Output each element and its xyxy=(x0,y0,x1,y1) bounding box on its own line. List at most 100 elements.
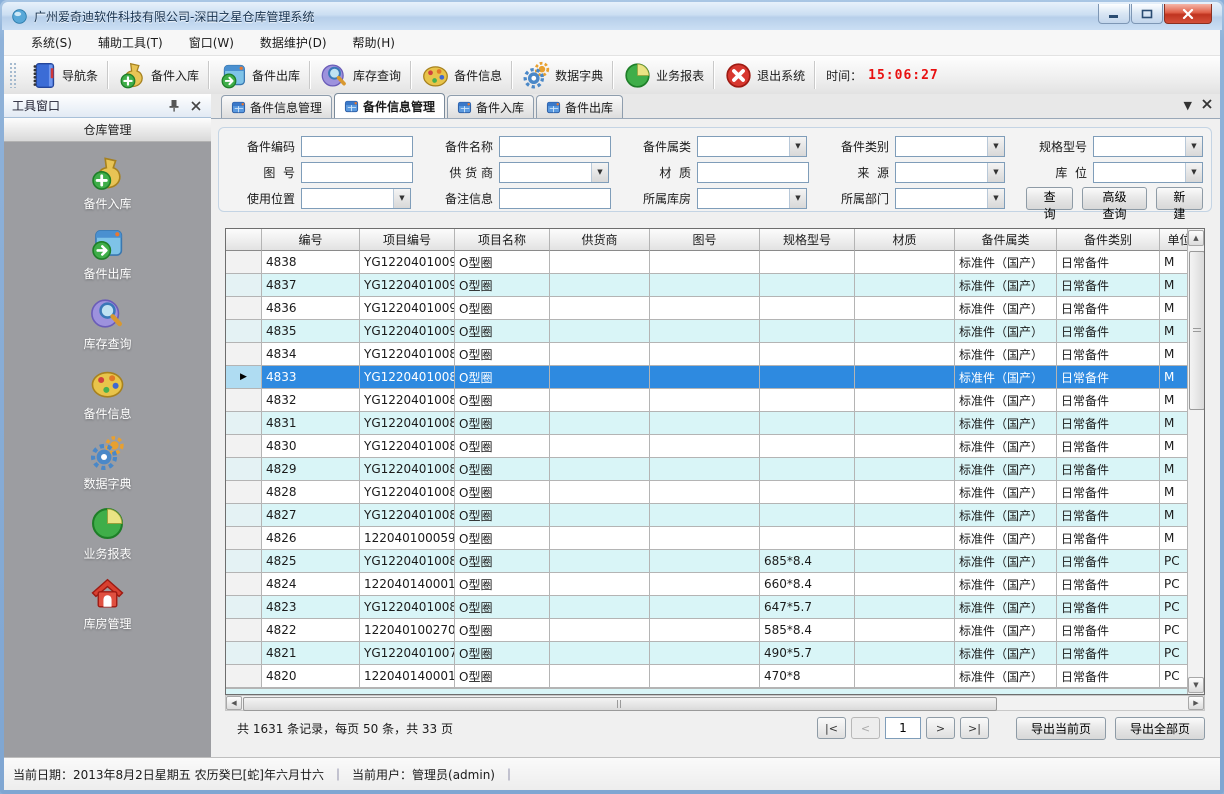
part-genus-select[interactable]: ▼ xyxy=(697,136,807,157)
pin-icon[interactable] xyxy=(167,99,181,113)
menu-item-1[interactable]: 辅助工具(T) xyxy=(85,30,176,55)
remark-input[interactable] xyxy=(499,188,611,209)
toolbar-navbar-button[interactable]: 导航条 xyxy=(20,58,107,92)
drawing-no-input[interactable] xyxy=(301,162,413,183)
scroll-down-icon[interactable]: ▼ xyxy=(1188,677,1204,693)
table-row[interactable]: 4827YG12204010082O型圈标准件（国产）日常备件M xyxy=(226,504,1188,527)
sidebar-item-report[interactable]: 业务报表 xyxy=(83,505,131,562)
location-select[interactable]: ▼ xyxy=(1093,162,1203,183)
close-button[interactable] xyxy=(1164,4,1212,24)
grid-column-header-type[interactable]: 备件类别 xyxy=(1057,229,1160,251)
grid-column-header-id[interactable]: 编号 xyxy=(262,229,360,251)
tab-close-icon[interactable] xyxy=(1202,99,1212,112)
scroll-left-icon[interactable]: ◀ xyxy=(226,696,242,710)
sidebar-item-stock-query[interactable]: 库存查询 xyxy=(83,295,131,352)
table-row[interactable]: 48221220401002700O型圈585*8.4标准件（国产）日常备件PC xyxy=(226,619,1188,642)
table-row[interactable]: 4831YG12204010086O型圈标准件（国产）日常备件M xyxy=(226,412,1188,435)
table-row[interactable]: 48201220401400013O型圈470*8标准件（国产）日常备件PC xyxy=(226,665,1188,688)
advanced-query-button[interactable]: 高级查询 xyxy=(1082,187,1147,210)
grid-column-header-project_no[interactable]: 项目编号 xyxy=(360,229,455,251)
table-row[interactable]: 4821YG12204010079O型圈490*5.7标准件（国产）日常备件PC xyxy=(226,642,1188,665)
minimize-button[interactable] xyxy=(1098,4,1130,24)
table-row[interactable]: 4828YG12204010083O型圈标准件（国产）日常备件M xyxy=(226,481,1188,504)
chevron-down-icon[interactable]: ▼ xyxy=(1184,99,1192,112)
cell-spec: 647*5.7 xyxy=(760,596,855,619)
department-select[interactable]: ▼ xyxy=(895,188,1005,209)
sidebar-item-parts-info[interactable]: 备件信息 xyxy=(83,365,131,422)
export-all-pages-button[interactable]: 导出全部页 xyxy=(1115,717,1205,740)
table-row[interactable]: 4835YG12204010090O型圈标准件（国产）日常备件M xyxy=(226,320,1188,343)
table-row[interactable]: 4829YG12204010084O型圈标准件（国产）日常备件M xyxy=(226,458,1188,481)
grid-column-header-category[interactable]: 备件属类 xyxy=(955,229,1057,251)
new-button[interactable]: 新建 xyxy=(1156,187,1203,210)
scroll-up-icon[interactable]: ▲ xyxy=(1188,230,1204,246)
use-position-select[interactable]: ▼ xyxy=(301,188,411,209)
table-row[interactable]: 48241220401400012O型圈660*8.4标准件（国产）日常备件PC xyxy=(226,573,1188,596)
sidebar-item-parts-in[interactable]: 备件入库 xyxy=(83,155,131,212)
toolbar-parts-info-button[interactable]: 备件信息 xyxy=(412,58,511,92)
close-icon[interactable] xyxy=(189,99,203,113)
sidebar-item-parts-out[interactable]: 备件出库 xyxy=(83,225,131,282)
material-input[interactable] xyxy=(697,162,809,183)
grid-header-row: 编号项目编号项目名称供货商图号规格型号材质备件属类备件类别单位 xyxy=(226,229,1188,251)
horizontal-scrollbar[interactable]: ◀ ▶ xyxy=(225,695,1205,711)
table-row[interactable]: 4823YG12204010080O型圈647*5.7标准件（国产）日常备件PC xyxy=(226,596,1188,619)
last-page-button[interactable]: >| xyxy=(960,717,989,739)
toolbar-data-dict-button[interactable]: 数据字典 xyxy=(513,58,612,92)
toolbar-stock-query-button[interactable]: 库存查询 xyxy=(311,58,410,92)
first-page-button[interactable]: |< xyxy=(817,717,846,739)
grid-column-header-unit[interactable]: 单位 xyxy=(1160,229,1188,251)
tab-2[interactable]: 备件入库 xyxy=(447,95,534,118)
menu-item-2[interactable]: 窗口(W) xyxy=(176,30,247,55)
source-select[interactable]: ▼ xyxy=(895,162,1005,183)
toolbar-grip-handle[interactable] xyxy=(9,62,16,88)
table-row[interactable]: 4832YG12204010087O型圈标准件（国产）日常备件M xyxy=(226,389,1188,412)
tab-1-active[interactable]: 备件信息管理 xyxy=(334,93,445,118)
table-row[interactable]: 4837YG12204010092O型圈标准件（国产）日常备件M xyxy=(226,274,1188,297)
table-row[interactable]: 48261220401000599O型圈标准件（国产）日常备件M xyxy=(226,527,1188,550)
part-code-input[interactable] xyxy=(301,136,413,157)
table-row[interactable]: 4838YG12204010093O型圈标准件（国产）日常备件M xyxy=(226,251,1188,274)
export-current-page-button[interactable]: 导出当前页 xyxy=(1016,717,1106,740)
cell-project_no: 1220401400012 xyxy=(360,573,455,596)
sidebar-item-warehouse[interactable]: 库房管理 xyxy=(83,575,131,632)
table-row[interactable]: ▶4833YG12204010088O型圈标准件（国产）日常备件M xyxy=(226,366,1188,389)
page-number-input[interactable] xyxy=(885,717,921,739)
toolbar-parts-out-button[interactable]: 备件出库 xyxy=(210,58,309,92)
part-name-input[interactable] xyxy=(499,136,611,157)
vertical-scrollbar[interactable]: ▲ ▼ xyxy=(1187,229,1204,694)
horizontal-scroll-thumb[interactable] xyxy=(243,697,997,711)
table-row[interactable]: 4836YG12204010091O型圈标准件（国产）日常备件M xyxy=(226,297,1188,320)
menu-item-4[interactable]: 帮助(H) xyxy=(340,30,408,55)
scroll-right-icon[interactable]: ▶ xyxy=(1188,696,1204,710)
tab-0[interactable]: 备件信息管理 xyxy=(221,95,332,118)
table-row[interactable]: 4825YG12204010081O型圈685*8.4标准件（国产）日常备件PC xyxy=(226,550,1188,573)
toolbar-parts-in-button[interactable]: 备件入库 xyxy=(109,58,208,92)
grid-column-header-supplier[interactable]: 供货商 xyxy=(550,229,650,251)
query-button[interactable]: 查询 xyxy=(1026,187,1073,210)
spec-model-select[interactable]: ▼ xyxy=(1093,136,1203,157)
menu-item-3[interactable]: 数据维护(D) xyxy=(247,30,340,55)
grid-column-header-drawing_no[interactable]: 图号 xyxy=(650,229,760,251)
grid-column-header-material[interactable]: 材质 xyxy=(855,229,955,251)
grid-column-header-spec[interactable]: 规格型号 xyxy=(760,229,855,251)
part-category-select[interactable]: ▼ xyxy=(895,136,1005,157)
toolbar-exit-button[interactable]: 退出系统 xyxy=(715,58,814,92)
maximize-button[interactable] xyxy=(1131,4,1163,24)
sidebar-item-data-dict[interactable]: 数据字典 xyxy=(83,435,131,492)
toolbar-report-button[interactable]: 业务报表 xyxy=(614,58,713,92)
prev-page-button[interactable]: < xyxy=(851,717,880,739)
table-row[interactable]: 4834YG12204010089O型圈标准件（国产）日常备件M xyxy=(226,343,1188,366)
next-page-button[interactable]: > xyxy=(926,717,955,739)
grid-column-header-project_name[interactable]: 项目名称 xyxy=(455,229,550,251)
supplier-select[interactable]: ▼ xyxy=(499,162,609,183)
cell-spec xyxy=(760,504,855,527)
toolbar: 导航条备件入库备件出库库存查询备件信息数据字典业务报表退出系统 时间： 15:0… xyxy=(4,56,1220,95)
grid-header-selector[interactable] xyxy=(226,229,262,251)
cell-id: 4834 xyxy=(262,343,360,366)
warehouse-select[interactable]: ▼ xyxy=(697,188,807,209)
menu-item-0[interactable]: 系统(S) xyxy=(18,30,85,55)
table-row[interactable]: 4830YG12204010085O型圈标准件（国产）日常备件M xyxy=(226,435,1188,458)
tab-3[interactable]: 备件出库 xyxy=(536,95,623,118)
vertical-scroll-thumb[interactable] xyxy=(1189,251,1205,410)
